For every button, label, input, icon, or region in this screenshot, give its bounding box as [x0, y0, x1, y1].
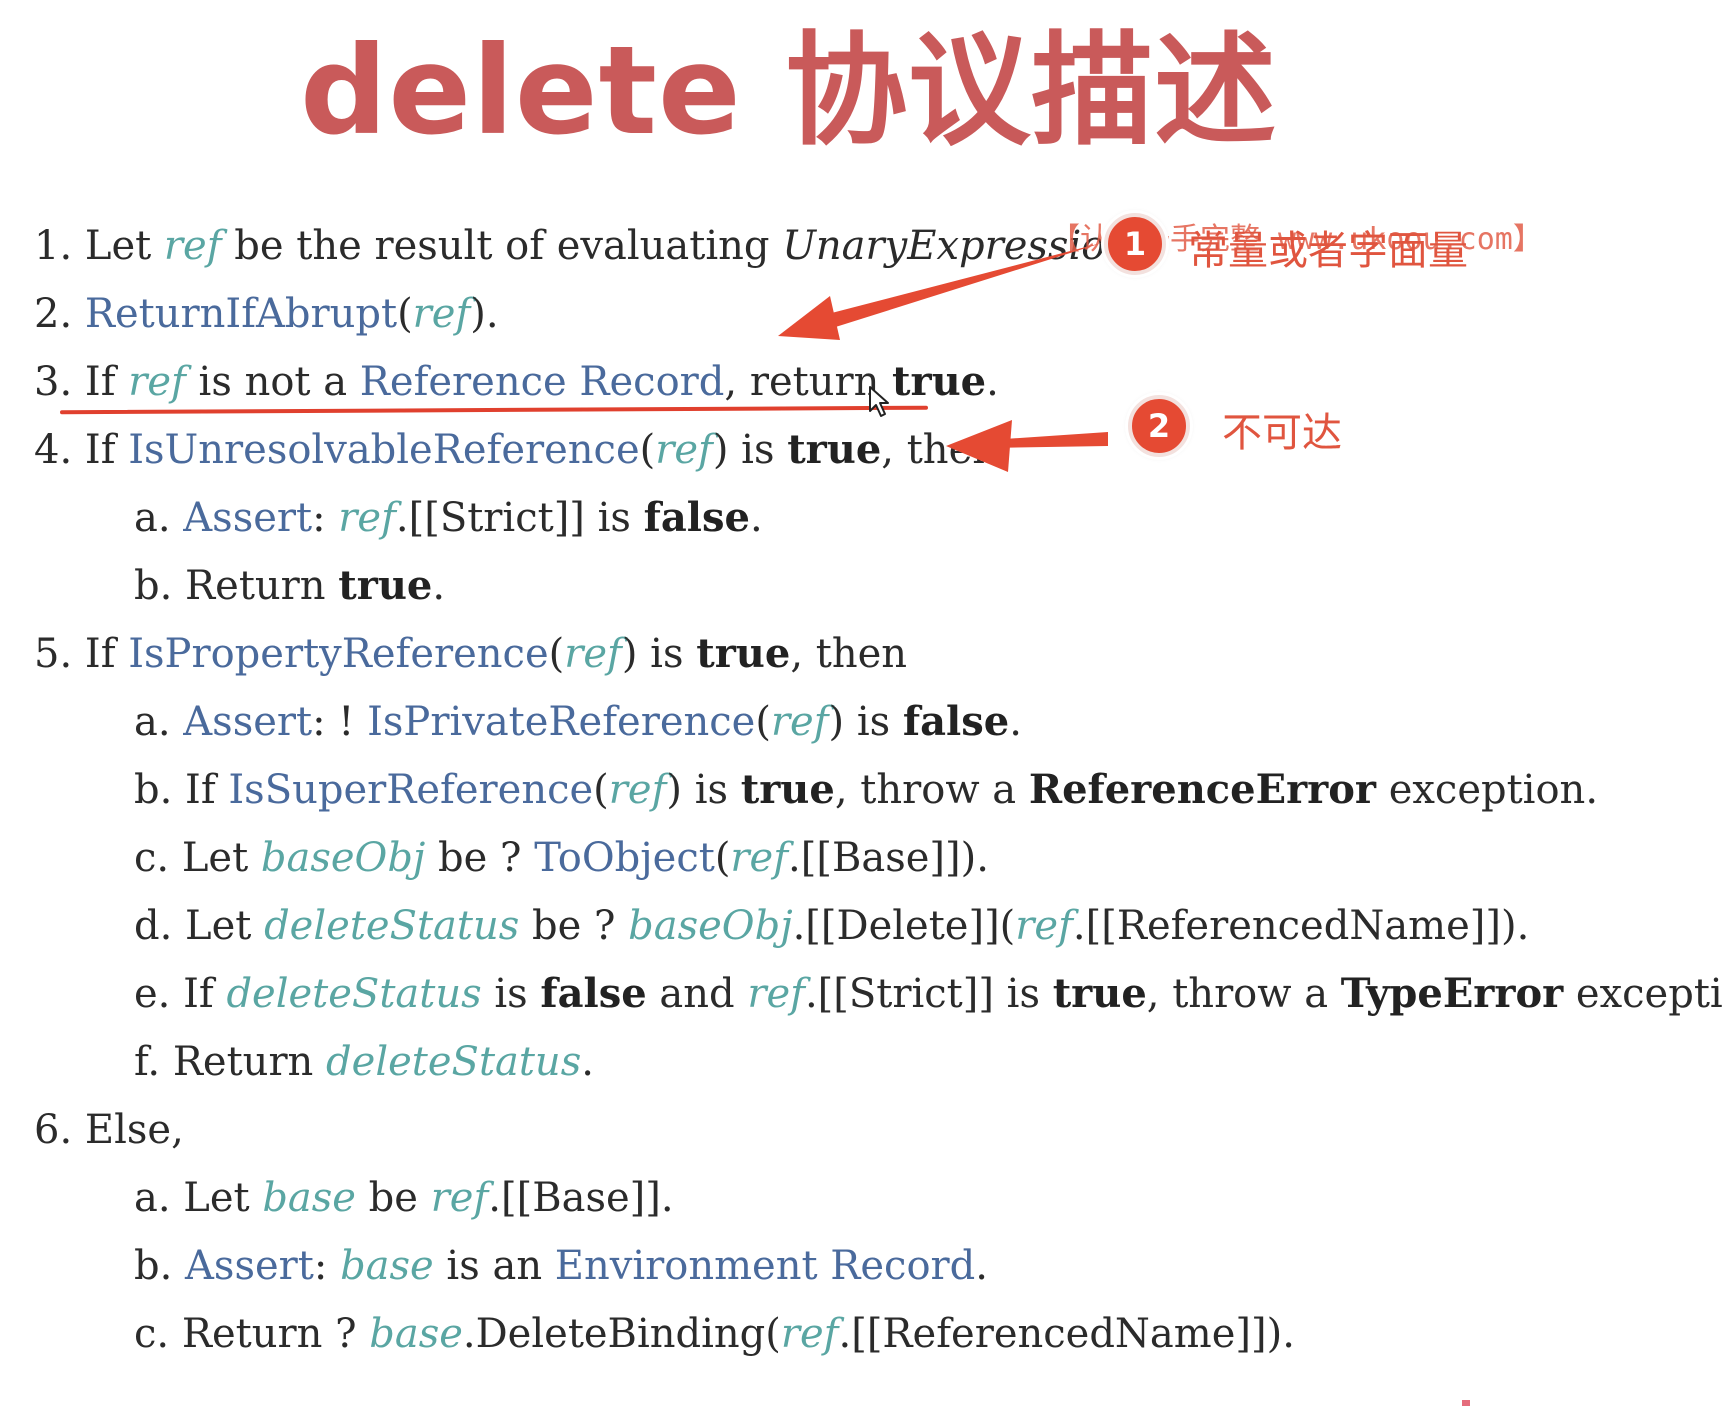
corner-mark	[1462, 1400, 1470, 1406]
annotation-note-1: 常量或者字面量	[1188, 228, 1468, 274]
mouse-cursor-icon	[869, 386, 889, 417]
annotation-note-2: 不可达	[1222, 410, 1342, 456]
annotation-badge-1: 1	[1104, 213, 1166, 275]
arrow-2-icon	[946, 420, 1108, 472]
annotation-badge-2: 2	[1128, 395, 1190, 457]
annotation-arrows	[778, 242, 1108, 472]
